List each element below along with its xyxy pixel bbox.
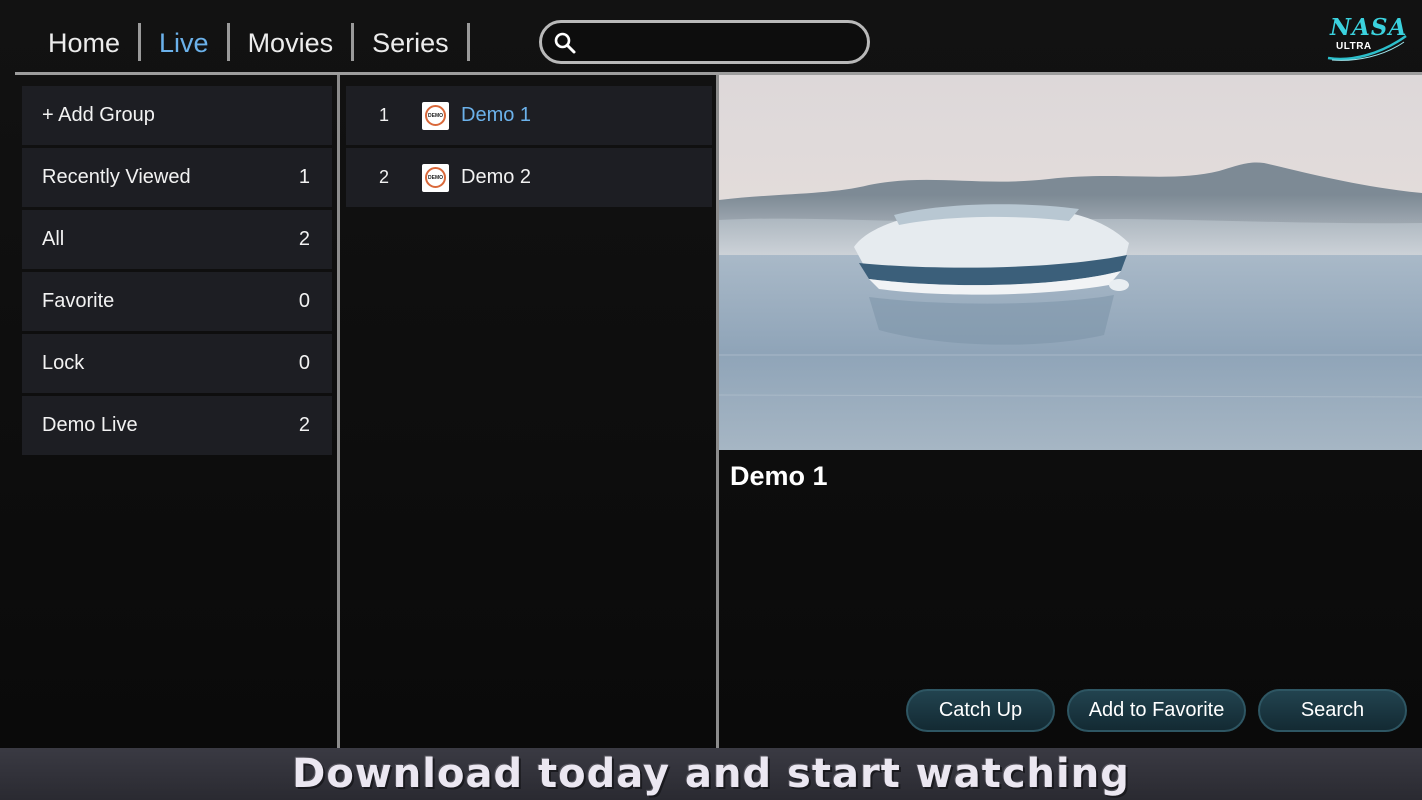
search-input[interactable]: [584, 27, 854, 57]
channel-name: Demo 1: [461, 104, 532, 126]
promo-banner-text: Download today and start watching: [292, 751, 1130, 797]
video-preview[interactable]: [719, 75, 1422, 450]
group-label: Recently Viewed: [42, 166, 191, 188]
channel-logo: DEMO: [422, 163, 449, 192]
group-count: 1: [298, 166, 310, 188]
group-item-demo-live[interactable]: Demo Live 2: [22, 396, 332, 455]
channel-list: 1 DEMO Demo 1 2 DEMO Demo 2: [340, 75, 717, 748]
preview-image: [719, 75, 1422, 450]
group-item-favorite[interactable]: Favorite 0: [22, 272, 332, 331]
channel-item-demo-2[interactable]: 2 DEMO Demo 2: [346, 148, 712, 207]
logo-text: NASA: [1330, 14, 1408, 41]
now-playing-title: Demo 1: [730, 461, 828, 491]
group-count: 0: [298, 352, 310, 374]
channel-logo-text: DEMO: [425, 167, 446, 188]
group-item-lock[interactable]: Lock 0: [22, 334, 332, 393]
group-label: Lock: [42, 352, 85, 374]
group-label: Favorite: [42, 290, 115, 312]
group-item-all[interactable]: All 2: [22, 210, 332, 269]
add-to-favorite-button[interactable]: Add to Favorite: [1067, 689, 1246, 732]
channel-logo-text: DEMO: [425, 105, 446, 126]
group-label: Demo Live: [42, 414, 138, 436]
nav-divider: [466, 23, 470, 61]
iptv-app: Home Live Movies Series NASA ULTRA + Add…: [0, 0, 1422, 748]
nav-home[interactable]: Home: [30, 22, 138, 62]
group-count: 2: [298, 228, 310, 250]
channel-number: 2: [378, 167, 389, 187]
channel-name: Demo 2: [461, 166, 532, 188]
group-label: + Add Group: [42, 104, 155, 126]
nav-series[interactable]: Series: [354, 22, 467, 62]
catch-up-button[interactable]: Catch Up: [906, 689, 1055, 732]
nav-live[interactable]: Live: [141, 22, 227, 62]
channel-number: 1: [378, 105, 389, 125]
promo-banner: Download today and start watching: [0, 748, 1422, 800]
main-nav: Home Live Movies Series: [30, 22, 470, 62]
top-navigation-bar: Home Live Movies Series NASA ULTRA: [0, 0, 1422, 74]
group-label: All: [42, 228, 65, 250]
group-list: + Add Group Recently Viewed 1 All 2 Favo…: [15, 75, 337, 748]
group-item-recently-viewed[interactable]: Recently Viewed 1: [22, 148, 332, 207]
group-count: 0: [298, 290, 310, 312]
channel-item-demo-1[interactable]: 1 DEMO Demo 1: [346, 86, 712, 145]
search-icon: [554, 32, 576, 54]
search-bar[interactable]: [539, 20, 870, 64]
brand-logo: NASA ULTRA: [1326, 14, 1408, 62]
group-count: 2: [298, 414, 310, 436]
search-button[interactable]: Search: [1258, 689, 1407, 732]
add-group-button[interactable]: + Add Group: [22, 86, 332, 145]
nav-movies[interactable]: Movies: [230, 22, 352, 62]
channel-logo: DEMO: [422, 101, 449, 130]
logo-subtext: ULTRA: [1336, 41, 1372, 52]
